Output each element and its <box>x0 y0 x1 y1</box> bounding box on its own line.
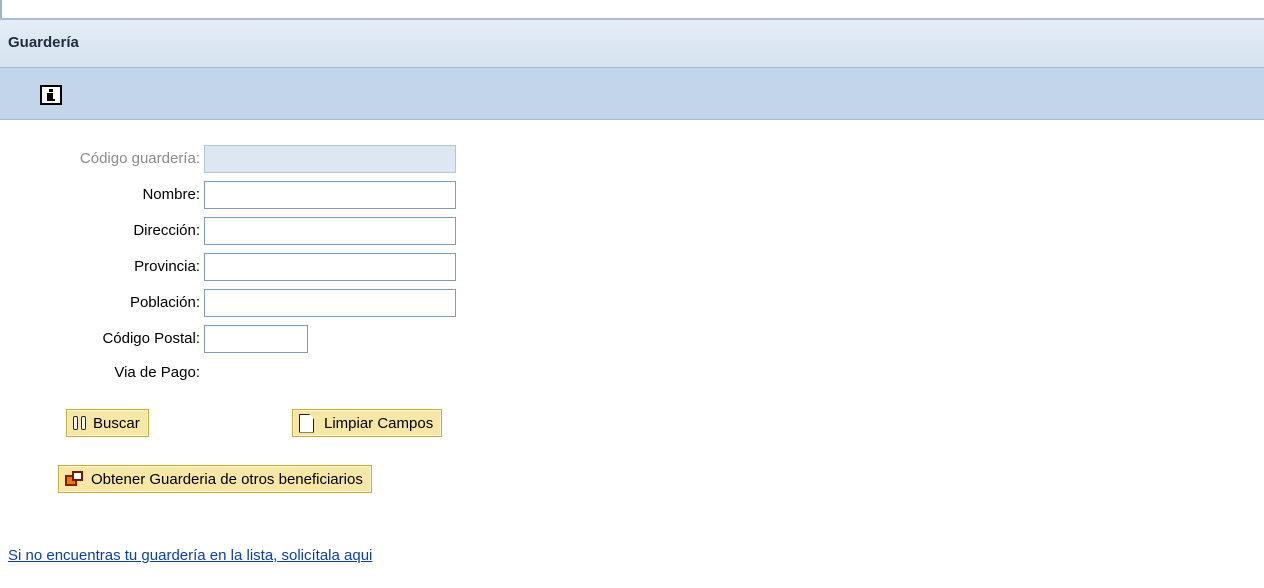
limpiar-label: Limpiar Campos <box>324 414 434 432</box>
solicitar-guarderia-link[interactable]: Si no encuentras tu guardería en la list… <box>8 547 372 564</box>
transfer-icon <box>65 470 85 488</box>
new-page-icon <box>299 413 314 433</box>
poblacion-label: Población: <box>129 294 200 311</box>
page-title: Guardería <box>8 34 79 51</box>
provincia-field[interactable] <box>204 253 456 281</box>
info-icon[interactable] <box>40 85 62 105</box>
toolbar <box>0 68 1264 120</box>
codigo-postal-field[interactable] <box>204 325 308 353</box>
panel-header: Guardería <box>0 18 1264 68</box>
nombre-field[interactable] <box>204 181 456 209</box>
buscar-label: Buscar <box>93 414 140 432</box>
codigo-postal-label: Código Postal: <box>102 330 200 347</box>
nombre-label: Nombre: <box>142 186 200 203</box>
via-pago-label: Via de Pago: <box>114 364 200 381</box>
limpiar-campos-button[interactable]: Limpiar Campos <box>292 409 443 437</box>
poblacion-field[interactable] <box>204 289 456 317</box>
provincia-label: Provincia: <box>134 258 200 275</box>
page: Guardería Código guardería: Nombre: Dire… <box>0 0 1264 588</box>
binoculars-icon <box>73 414 87 432</box>
left-rule <box>0 0 2 18</box>
codigo-guarderia-field <box>204 145 456 173</box>
codigo-guarderia-label: Código guardería: <box>79 150 200 167</box>
direccion-label: Dirección: <box>133 222 200 239</box>
obtener-guarderia-button[interactable]: Obtener Guarderia de otros beneficiarios <box>58 465 372 493</box>
direccion-field[interactable] <box>204 217 456 245</box>
buscar-button[interactable]: Buscar <box>66 409 149 437</box>
obtener-label: Obtener Guarderia de otros beneficiarios <box>91 470 363 488</box>
